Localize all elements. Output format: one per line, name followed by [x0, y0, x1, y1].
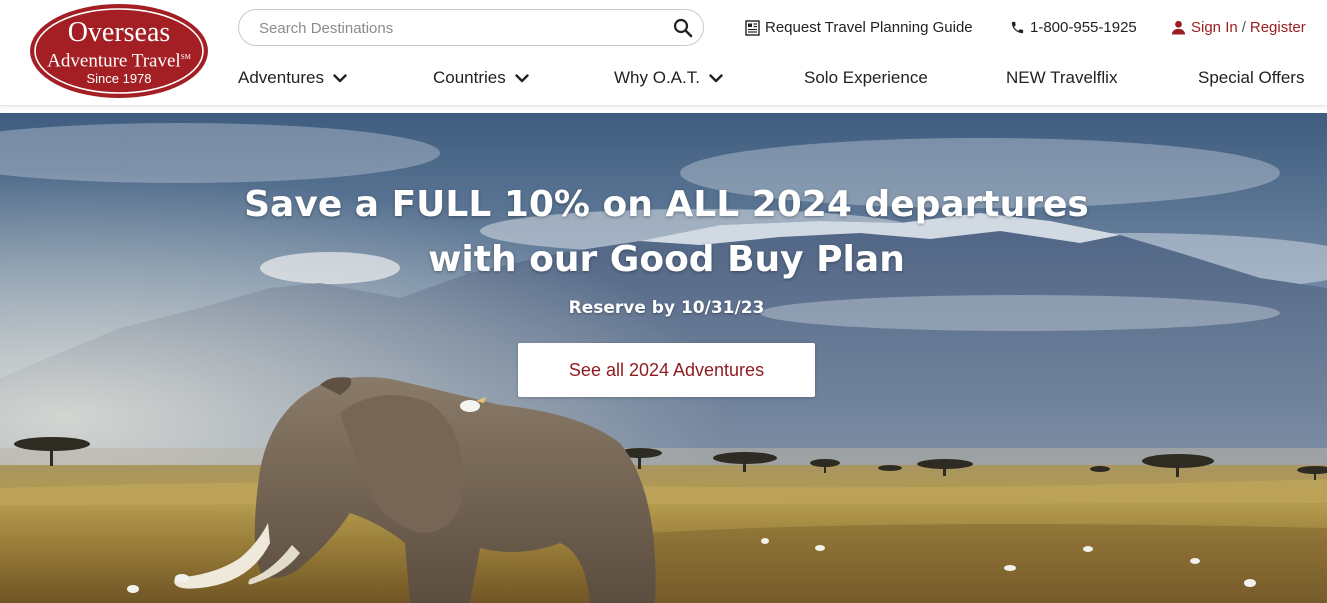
phone-link[interactable]: 1-800-955-1925	[1010, 19, 1137, 36]
chevron-down-icon	[515, 73, 529, 82]
nav-offers-label: Special Offers	[1198, 68, 1305, 87]
phone-icon	[1011, 21, 1024, 34]
logo-line-3: Since 1978	[86, 71, 152, 86]
register-link[interactable]: Register	[1250, 19, 1306, 36]
phone-number: 1-800-955-1925	[1030, 19, 1137, 36]
search-input[interactable]	[259, 18, 659, 38]
request-guide-link[interactable]: Request Travel Planning Guide	[745, 19, 973, 36]
hero-headline: Save a FULL 10% on ALL 2024 departures w…	[0, 177, 1327, 287]
nav-solo-experience[interactable]: Solo Experience	[804, 66, 928, 90]
nav-special-offers[interactable]: Special Offers	[1198, 66, 1304, 90]
nav-travelflix[interactable]: NEW Travelflix	[1006, 66, 1117, 90]
nav-why-label: Why O.A.T.	[614, 68, 700, 87]
search-icon[interactable]	[672, 17, 694, 39]
nav-adventures-label: Adventures	[238, 68, 324, 87]
search-box	[238, 9, 704, 46]
chevron-down-icon	[709, 73, 723, 82]
hero-headline-line-2: with our Good Buy Plan	[428, 239, 905, 280]
user-icon	[1171, 20, 1186, 35]
logo[interactable]: Overseas Adventure TravelSM Since 1978	[28, 2, 210, 100]
logo-line-2: Adventure TravelSM	[47, 50, 191, 72]
hero-subtitle: Reserve by 10/31/23	[568, 298, 765, 318]
logo-line-1: Overseas	[67, 17, 171, 48]
request-guide-label: Request Travel Planning Guide	[765, 19, 973, 36]
sign-in-link[interactable]: Sign In	[1191, 19, 1238, 36]
nav-adventures[interactable]: Adventures	[238, 66, 347, 90]
nav-countries[interactable]: Countries	[433, 66, 529, 90]
see-adventures-button[interactable]: See all 2024 Adventures	[518, 343, 815, 397]
hero-banner: Save a FULL 10% on ALL 2024 departures w…	[0, 113, 1327, 603]
account-links: Sign In / Register	[1171, 19, 1306, 36]
account-separator: /	[1241, 19, 1246, 36]
site-header: Overseas Adventure TravelSM Since 1978 R…	[0, 0, 1327, 106]
nav-solo-label: Solo Experience	[804, 68, 928, 87]
nav-travelflix-label: NEW Travelflix	[1006, 68, 1118, 87]
chevron-down-icon	[333, 73, 347, 82]
nav-countries-label: Countries	[433, 68, 506, 87]
nav-why-oat[interactable]: Why O.A.T.	[614, 66, 723, 90]
hero-headline-line-1: Save a FULL 10% on ALL 2024 departures	[244, 184, 1089, 225]
newspaper-icon	[745, 19, 760, 36]
